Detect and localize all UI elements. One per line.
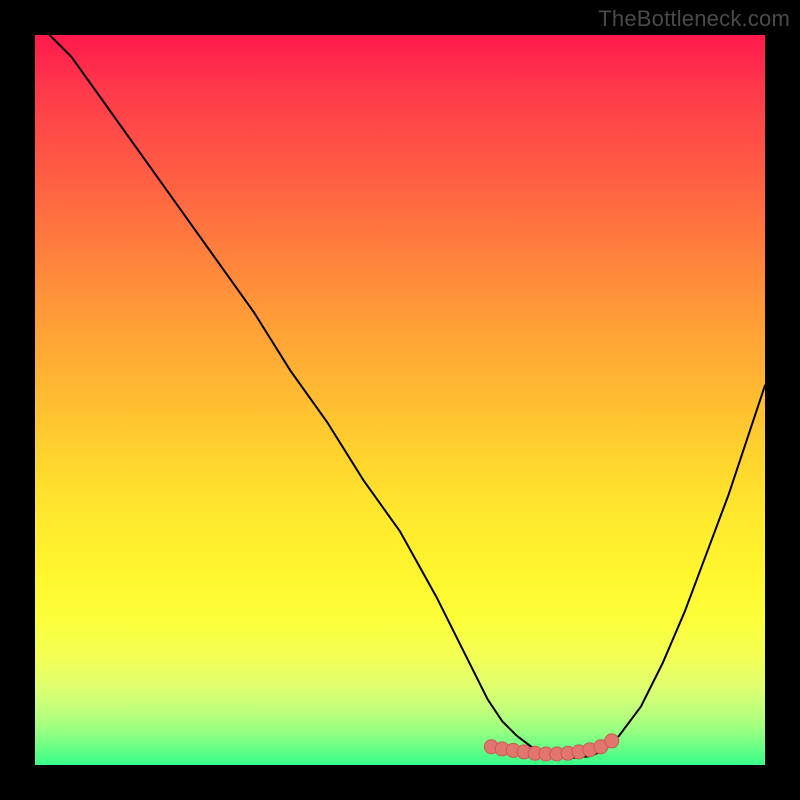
bottleneck-curve [50, 35, 765, 758]
watermark-text: TheBottleneck.com [598, 6, 790, 32]
marker-dot [605, 734, 619, 748]
chart-plot-area [35, 35, 765, 765]
optimal-range-markers [484, 734, 618, 761]
chart-frame: TheBottleneck.com [0, 0, 800, 800]
chart-svg [35, 35, 765, 765]
